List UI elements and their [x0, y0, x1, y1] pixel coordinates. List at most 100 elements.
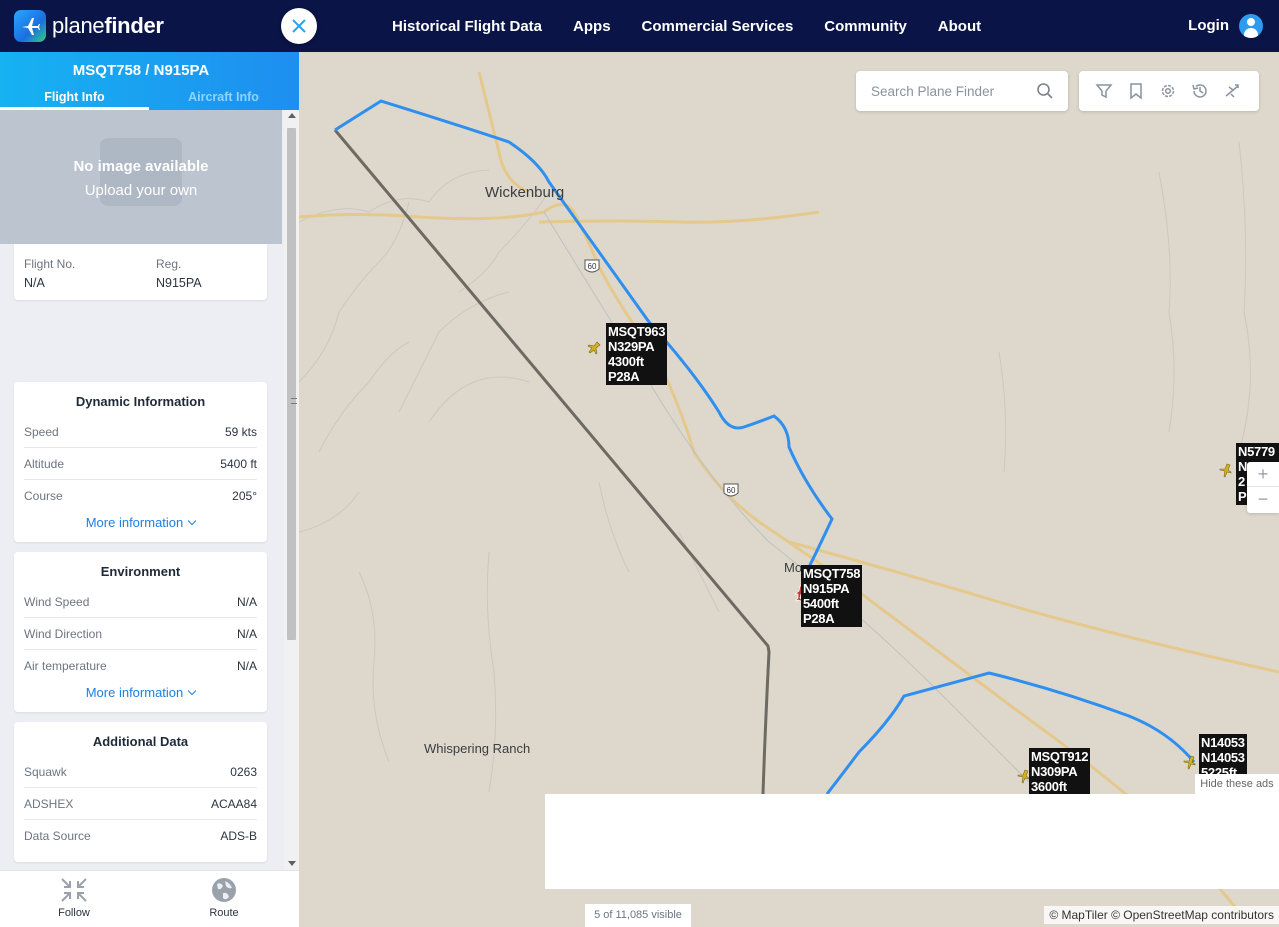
ad-banner[interactable] — [545, 794, 1279, 889]
row-label: Wind Direction — [24, 627, 103, 641]
zoom-in-button[interactable]: + — [1247, 462, 1279, 487]
speed-row: Speed 59 kts — [24, 416, 257, 448]
plane-logo-icon — [14, 10, 46, 42]
flight-label-msqt912[interactable]: MSQT912 N309PA 3600ft — [1029, 748, 1091, 794]
aircraft-image-placeholder[interactable]: No image available Upload your own — [0, 110, 282, 244]
login-link[interactable]: Login — [1188, 17, 1229, 34]
tab-aircraft-info[interactable]: Aircraft Info — [149, 90, 298, 110]
follow-button[interactable]: Follow — [14, 877, 134, 919]
row-label: Speed — [24, 425, 59, 439]
row-value: 0263 — [230, 765, 257, 779]
settings-gear-icon[interactable] — [1159, 82, 1177, 100]
air-temperature-row: Air temperature N/A — [24, 650, 257, 682]
panel-footer: Follow Route — [0, 870, 299, 927]
flight-info-panel: MSQT758 / N915PA Flight Info Aircraft In… — [0, 52, 299, 927]
filter-icon[interactable] — [1095, 82, 1113, 100]
route-button[interactable]: Route — [164, 877, 284, 919]
row-value: 59 kts — [224, 425, 257, 439]
main-menu: Historical Flight Data Apps Commercial S… — [392, 0, 1012, 52]
row-label: Air temperature — [24, 659, 107, 673]
flight-title: MSQT758 / N915PA — [72, 62, 210, 79]
airport-icon[interactable] — [1223, 82, 1241, 100]
follow-icon — [61, 878, 87, 902]
visible-count: 5 of 11,085 visible — [585, 904, 691, 927]
close-icon — [292, 19, 306, 33]
squawk-row: Squawk 0263 — [24, 756, 257, 788]
scroll-thumb[interactable] — [287, 128, 297, 640]
globe-icon — [212, 878, 236, 902]
row-value: ACAA84 — [210, 797, 257, 811]
row-value: N/A — [236, 627, 257, 641]
chevron-down-icon — [188, 516, 197, 526]
id-card: Flight No. N/A Reg. N915PA — [14, 244, 267, 300]
environment-title: Environment — [100, 564, 181, 579]
dynamic-info-title: Dynamic Information — [75, 394, 206, 409]
zoom-controls: + − — [1247, 462, 1279, 513]
additional-data-title: Additional Data — [92, 734, 189, 749]
close-panel-button[interactable] — [281, 8, 317, 44]
row-value: N/A — [236, 595, 257, 609]
environment-more-button[interactable]: More information — [14, 685, 267, 700]
wind-speed-row: Wind Speed N/A — [24, 586, 257, 618]
place-wickenburg: Wickenburg — [485, 184, 565, 201]
history-icon[interactable] — [1191, 82, 1209, 100]
reg-value: N915PA — [156, 276, 202, 290]
tab-flight-info[interactable]: Flight Info — [0, 90, 149, 110]
panel-content[interactable]: No image available Upload your own Fligh… — [0, 110, 284, 870]
flight-map[interactable]: 60 60 Wickenburg Whispering Ranch Mor MS… — [299, 52, 1279, 927]
environment-card: Environment Wind Speed N/A Wind Direction… — [14, 552, 267, 712]
data-source-row: Data Source ADS-B — [24, 820, 257, 852]
planefinder-logo[interactable]: planefinder — [14, 10, 164, 42]
row-label: ADSHEX — [24, 797, 74, 811]
zoom-out-button[interactable]: − — [1247, 487, 1279, 512]
nav-community[interactable]: Community — [824, 18, 907, 35]
nav-historical-flight-data[interactable]: Historical Flight Data — [392, 18, 542, 35]
search-box[interactable]: Search Plane Finder — [856, 71, 1068, 111]
hide-ads-link[interactable]: Hide these ads — [1195, 774, 1279, 794]
no-image-title: No image available — [73, 158, 209, 175]
nav-about[interactable]: About — [938, 18, 981, 35]
row-label: Course — [24, 489, 63, 503]
altitude-row: Altitude 5400 ft — [24, 448, 257, 480]
row-value: ADS-B — [220, 829, 257, 843]
dynamic-more-button[interactable]: More information — [14, 515, 267, 530]
flight-label-msqt963[interactable]: MSQT963 N329PA 4300ft P28A — [606, 323, 668, 385]
flight-label-n14053[interactable]: N14053 N14053 5225ft — [1199, 734, 1247, 774]
row-value: N/A — [236, 659, 257, 673]
flight-label-msqt758[interactable]: MSQT758 N915PA 5400ft P28A — [801, 565, 863, 627]
route-label: Route — [209, 907, 239, 919]
scroll-up-arrow[interactable] — [288, 113, 296, 118]
place-whispering-ranch: Whispering Ranch — [424, 741, 531, 756]
adshex-row: ADSHEX ACAA84 — [24, 788, 257, 820]
flight-no-label: Flight No. — [24, 257, 76, 271]
search-input[interactable]: Search Plane Finder — [871, 84, 994, 99]
nav-apps[interactable]: Apps — [573, 18, 611, 35]
chevron-down-icon — [188, 686, 197, 696]
row-value: 205° — [232, 489, 257, 503]
top-nav: planefinder Historical Flight Data Apps … — [0, 0, 1279, 52]
upload-link[interactable]: Upload your own — [0, 182, 282, 199]
panel-scrollbar[interactable] — [284, 110, 299, 870]
scroll-down-arrow[interactable] — [288, 861, 296, 866]
panel-header: MSQT758 / N915PA Flight Info Aircraft In… — [0, 52, 299, 110]
grip-icon — [291, 398, 297, 404]
bookmark-icon[interactable] — [1127, 82, 1145, 100]
dynamic-info-card: Dynamic Information Speed 59 kts Altitude… — [14, 382, 267, 542]
row-label: Data Source — [24, 829, 91, 843]
wind-direction-row: Wind Direction N/A — [24, 618, 257, 650]
row-value: 5400 ft — [220, 457, 257, 471]
brand-name: planefinder — [52, 13, 164, 38]
row-label: Altitude — [24, 457, 65, 471]
user-avatar-icon[interactable] — [1239, 14, 1263, 38]
additional-data-card: Additional Data Squawk 0263 ADSHEX ACAA84 … — [14, 722, 267, 862]
route-60-shield: 60 — [584, 259, 600, 273]
map-attribution[interactable]: © MapTiler © OpenStreetMap contributors — [1044, 906, 1279, 924]
row-label: Wind Speed — [24, 595, 90, 609]
reg-field: Reg. N915PA — [156, 257, 202, 290]
follow-label: Follow — [58, 907, 90, 919]
search-icon — [1037, 83, 1053, 99]
nav-commercial-services[interactable]: Commercial Services — [642, 18, 794, 35]
route-60-shield: 60 — [723, 483, 739, 497]
flight-no-field: Flight No. N/A — [24, 257, 75, 290]
svg-text:60: 60 — [727, 486, 736, 495]
